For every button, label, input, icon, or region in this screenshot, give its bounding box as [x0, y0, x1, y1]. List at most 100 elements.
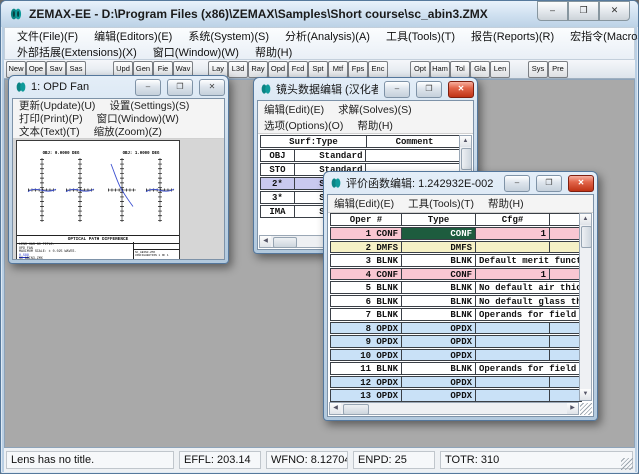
cell-comment[interactable] [366, 150, 462, 161]
cell-surf[interactable]: 2* [261, 178, 295, 189]
cell-surf[interactable]: IMA [261, 206, 295, 217]
merit-menu-tools[interactable]: 工具(Tools)(T) [408, 196, 474, 211]
scroll-left-arrow[interactable]: ◀ [330, 403, 341, 414]
cell-cfg[interactable]: 1 [476, 228, 550, 239]
cell-extra[interactable] [550, 269, 581, 280]
merit-restore-button[interactable]: ❐ [536, 175, 562, 192]
minimize-button[interactable]: – [537, 1, 568, 21]
scroll-down-arrow[interactable]: ▼ [580, 389, 591, 400]
table-row[interactable]: 1 CONF CONF 1 [330, 227, 582, 240]
merit-menu-edit[interactable]: 编辑(Edit)(E) [334, 196, 394, 211]
main-titlebar[interactable]: ZEMAX-EE - D:\Program Files (x86)\ZEMAX\… [1, 1, 638, 27]
toolbar-mtf[interactable]: Mtf [328, 61, 348, 78]
lens-menu-options[interactable]: 选项(Options)(O) [264, 118, 343, 133]
merit-resize-grip[interactable] [580, 403, 592, 415]
opd-menu-zoom[interactable]: 缩放(Zoom)(Z) [94, 124, 162, 139]
cell-type-selected[interactable]: CONF [402, 228, 476, 239]
merit-function-editor-window[interactable]: 评价函数编辑: 1.242932E-002 – ❐ ✕ 编辑(Edit)(E) … [323, 171, 598, 421]
toolbar-opd[interactable]: Opd [268, 61, 288, 78]
menu-macros[interactable]: 宏指令(Macros)(M) [562, 28, 639, 44]
cell-cfg[interactable] [476, 377, 550, 388]
merit-menu-help[interactable]: 帮助(H) [488, 196, 524, 211]
table-row[interactable]: 3 BLNK BLNK Default merit functi [330, 254, 582, 267]
table-row[interactable]: 7 BLNK BLNK Operands for field 1 [330, 308, 582, 321]
toolbar-fcd[interactable]: Fcd [288, 61, 308, 78]
merit-minimize-button[interactable]: – [504, 175, 530, 192]
table-row[interactable]: 11 BLNK BLNK Operands for field 2 [330, 362, 582, 375]
cell-cfg[interactable] [476, 242, 550, 253]
cell-type[interactable]: Standard [295, 150, 367, 161]
menu-system[interactable]: 系统(System)(S) [180, 28, 277, 44]
scroll-up-arrow[interactable]: ▲ [580, 214, 591, 225]
cell-oper[interactable]: 11 BLNK [331, 363, 402, 374]
menu-window[interactable]: 窗口(Window)(W) [145, 44, 247, 60]
cell-type[interactable]: OPDX [402, 350, 476, 361]
toolbar-enc[interactable]: Enc [368, 61, 388, 78]
cell-oper[interactable]: 12 OPDX [331, 377, 402, 388]
lens-menu-solves[interactable]: 求解(Solves)(S) [338, 102, 412, 117]
cell-surf[interactable]: 3* [261, 192, 295, 203]
lens-close-button[interactable]: ✕ [448, 81, 474, 98]
opd-fan-window[interactable]: 1: OPD Fan – ❐ ✕ 更新(Update)(U) 设置(Settin… [8, 75, 229, 264]
scroll-right-arrow[interactable]: ▶ [567, 403, 578, 414]
toolbar-pre[interactable]: Pre [548, 61, 568, 78]
cell-oper[interactable]: 6 BLNK [331, 296, 402, 307]
cell-extra[interactable] [550, 323, 581, 334]
cell-extra[interactable] [550, 350, 581, 361]
lens-minimize-button[interactable]: – [384, 81, 410, 98]
cell-cfg[interactable] [476, 336, 550, 347]
lens-menu-help[interactable]: 帮助(H) [357, 118, 393, 133]
toolbar-fps[interactable]: Fps [348, 61, 368, 78]
table-row[interactable]: 9 OPDX OPDX [330, 335, 582, 348]
cell-type[interactable]: BLNK [402, 296, 476, 307]
cell-extra[interactable] [550, 336, 581, 347]
cell-extra[interactable] [550, 228, 581, 239]
scroll-thumb[interactable] [273, 237, 297, 248]
cell-oper[interactable]: 1 CONF [331, 228, 402, 239]
scroll-thumb[interactable] [581, 226, 592, 248]
merit-horizontal-scrollbar[interactable]: ◀ ▶ [329, 402, 579, 415]
toolbar-gla[interactable]: Gla [470, 61, 490, 78]
cell-comment[interactable]: Default merit functi [476, 255, 581, 266]
toolbar-tol[interactable]: Tol [450, 61, 470, 78]
menu-reports[interactable]: 报告(Reports)(R) [463, 28, 562, 44]
scroll-left-arrow[interactable]: ◀ [260, 236, 271, 247]
toolbar-spt[interactable]: Spt [308, 61, 328, 78]
cell-type[interactable]: CONF [402, 269, 476, 280]
close-button[interactable]: ✕ [599, 1, 630, 21]
merit-close-button[interactable]: ✕ [568, 175, 594, 192]
scroll-thumb[interactable] [461, 148, 472, 170]
toolbar-opt[interactable]: Opt [410, 61, 430, 78]
scroll-thumb[interactable] [343, 404, 369, 415]
cell-type[interactable]: OPDX [402, 377, 476, 388]
cell-oper[interactable]: 3 BLNK [331, 255, 402, 266]
table-row[interactable]: 10 OPDX OPDX [330, 349, 582, 362]
cell-type[interactable]: OPDX [402, 336, 476, 347]
table-row[interactable]: 12 OPDX OPDX [330, 376, 582, 389]
cell-type[interactable]: BLNK [402, 282, 476, 293]
scroll-up-arrow[interactable]: ▲ [460, 136, 471, 147]
cell-type[interactable]: OPDX [402, 390, 476, 401]
table-row[interactable]: 6 BLNK BLNK No default glass thi [330, 295, 582, 308]
cell-oper[interactable]: 10 OPDX [331, 350, 402, 361]
cell-type[interactable]: BLNK [402, 255, 476, 266]
opd-minimize-button[interactable]: – [135, 79, 161, 96]
menu-tools[interactable]: 工具(Tools)(T) [378, 28, 463, 44]
cell-cfg[interactable] [476, 390, 550, 401]
toolbar-sys[interactable]: Sys [528, 61, 548, 78]
merit-titlebar[interactable]: 评价函数编辑: 1.242932E-002 – ❐ ✕ [327, 172, 594, 194]
menu-editors[interactable]: 编辑(Editors)(E) [86, 28, 180, 44]
cell-comment[interactable]: No default glass thi [476, 296, 581, 307]
menu-analysis[interactable]: 分析(Analysis)(A) [277, 28, 378, 44]
cell-type[interactable]: OPDX [402, 323, 476, 334]
table-row[interactable]: 13 OPDX OPDX [330, 389, 582, 402]
lens-menu-edit[interactable]: 编辑(Edit)(E) [264, 102, 324, 117]
cell-type[interactable]: BLNK [402, 309, 476, 320]
cell-surf[interactable]: OBJ [261, 150, 295, 161]
cell-comment[interactable]: Operands for field 1 [476, 309, 581, 320]
merit-vertical-scrollbar[interactable]: ▲ ▼ [579, 213, 592, 401]
cell-extra[interactable] [550, 390, 581, 401]
cell-extra[interactable] [550, 242, 581, 253]
menu-extensions[interactable]: 外部括展(Extensions)(X) [9, 44, 145, 60]
table-row[interactable]: OBJ Standard [260, 149, 463, 162]
